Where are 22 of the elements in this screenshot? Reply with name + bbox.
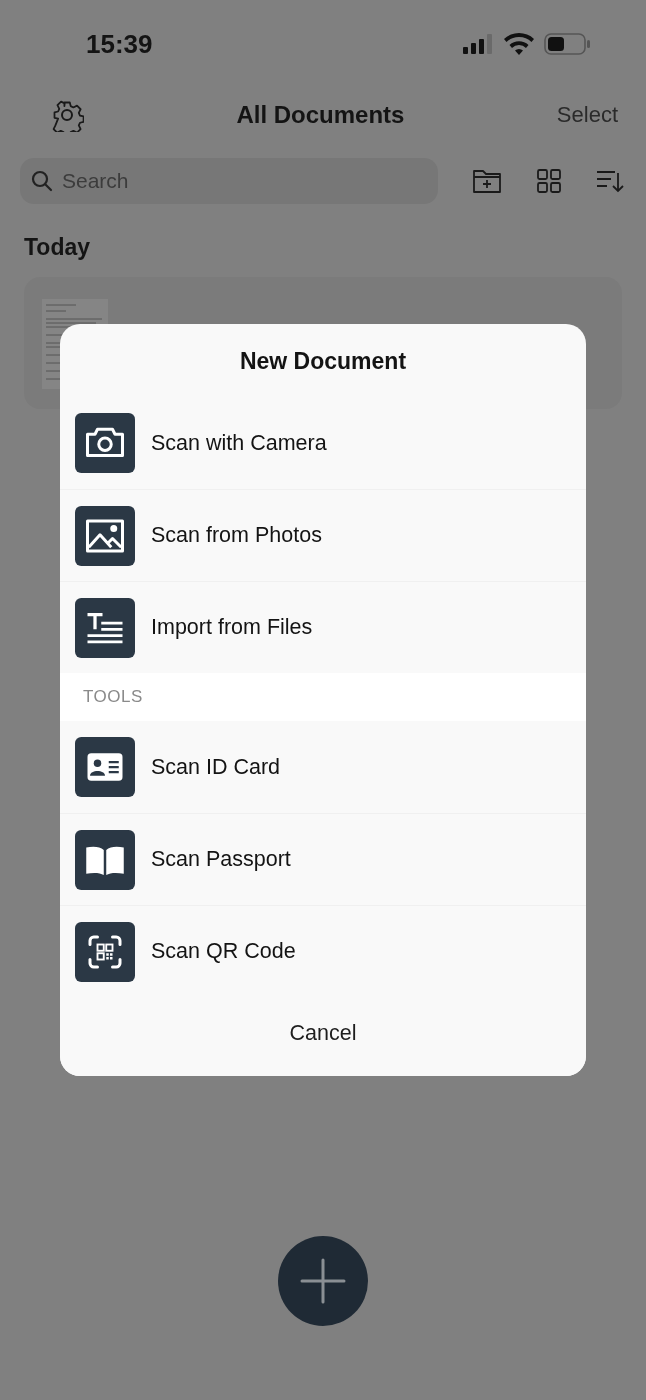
section-header: Today bbox=[23, 233, 92, 261]
id-card-icon bbox=[75, 737, 135, 797]
new-folder-icon[interactable] bbox=[472, 168, 502, 194]
wifi-icon bbox=[504, 33, 534, 55]
settings-icon[interactable] bbox=[50, 98, 84, 132]
battery-icon bbox=[544, 33, 590, 55]
select-button[interactable]: Select bbox=[556, 102, 618, 128]
status-time: 15:39 bbox=[86, 28, 153, 60]
signal-icon bbox=[463, 34, 494, 54]
image-icon bbox=[75, 505, 135, 566]
search-icon bbox=[31, 170, 53, 192]
camera-icon bbox=[75, 413, 135, 473]
plus-icon bbox=[300, 1258, 346, 1304]
qr-code-icon bbox=[75, 921, 135, 982]
text-lines-icon bbox=[75, 597, 135, 658]
grid-icon[interactable] bbox=[536, 168, 562, 194]
sort-icon[interactable] bbox=[596, 169, 624, 193]
section-header: TOOLS bbox=[60, 673, 586, 721]
search-field[interactable]: Search bbox=[20, 158, 438, 204]
book-icon bbox=[75, 829, 135, 890]
nav-title: All Documents bbox=[236, 101, 405, 129]
sheet-title: New Document bbox=[239, 348, 407, 374]
